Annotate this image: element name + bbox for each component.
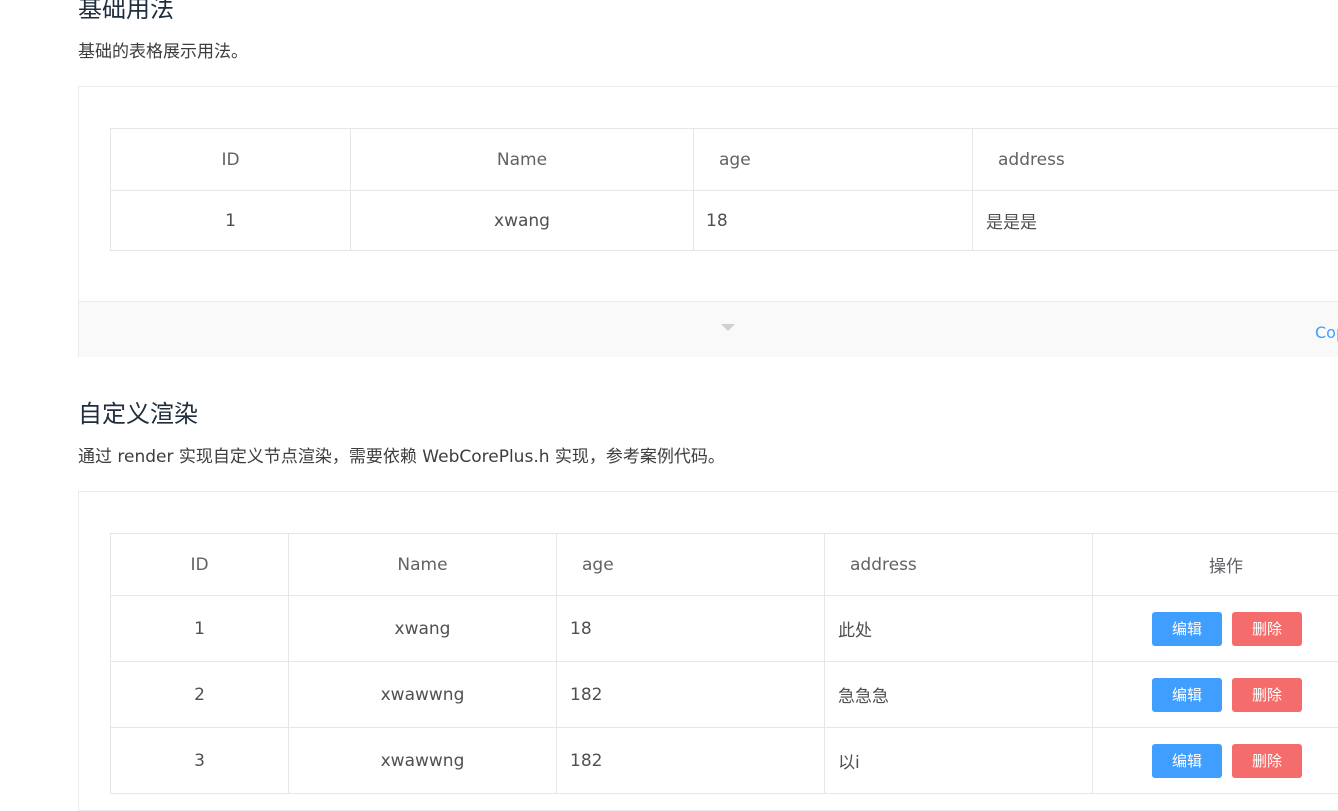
section-title-basic: 基础用法 <box>78 0 174 21</box>
caret-down-icon[interactable] <box>721 324 735 331</box>
section-title-custom-render: 自定义渲染 <box>78 402 198 426</box>
cell-actions: 编辑删除 <box>1093 728 1338 794</box>
table-row: 1 xwang 18 此处 编辑删除 <box>111 596 1338 662</box>
header-address: address <box>973 129 1338 191</box>
copy-link[interactable]: Cop <box>1315 323 1338 342</box>
table-header-row: ID Name age address <box>111 129 1338 191</box>
header-age: age <box>694 129 973 191</box>
cell-name: xwawwng <box>289 728 557 794</box>
cell-address: 是是是 <box>973 191 1338 251</box>
demo-block-custom-render: ID Name age address 操作 1 xwang 18 此处 编辑删… <box>78 491 1338 811</box>
cell-address: 此处 <box>825 596 1093 662</box>
cell-name: xwang <box>351 191 694 251</box>
cell-age: 182 <box>557 662 825 728</box>
table-row: 2 xwawwng 182 急急急 编辑删除 <box>111 662 1338 728</box>
demo-block-basic: ID Name age address 1 xwang 18 是是是 Cop <box>78 86 1338 357</box>
cell-id: 3 <box>111 728 289 794</box>
section-desc-custom-render: 通过 render 实现自定义节点渲染，需要依赖 WebCorePlus.h 实… <box>78 449 725 466</box>
cell-age: 18 <box>694 191 973 251</box>
cell-name: xwawwng <box>289 662 557 728</box>
cell-id: 2 <box>111 662 289 728</box>
cell-actions: 编辑删除 <box>1093 662 1338 728</box>
table-row: 3 xwawwng 182 以i 编辑删除 <box>111 728 1338 794</box>
header-actions: 操作 <box>1093 534 1338 596</box>
basic-table: ID Name age address 1 xwang 18 是是是 <box>110 128 1338 251</box>
cell-address: 急急急 <box>825 662 1093 728</box>
section-desc-basic: 基础的表格展示用法。 <box>78 44 248 61</box>
code-toggle-bar[interactable]: Cop <box>79 301 1338 357</box>
table-row: 1 xwang 18 是是是 <box>111 191 1338 251</box>
header-id: ID <box>111 129 351 191</box>
header-name: Name <box>351 129 694 191</box>
custom-render-table: ID Name age address 操作 1 xwang 18 此处 编辑删… <box>110 533 1338 794</box>
header-id: ID <box>111 534 289 596</box>
cell-age: 182 <box>557 728 825 794</box>
header-name: Name <box>289 534 557 596</box>
cell-name: xwang <box>289 596 557 662</box>
edit-button[interactable]: 编辑 <box>1152 612 1222 646</box>
header-address: address <box>825 534 1093 596</box>
header-age: age <box>557 534 825 596</box>
cell-id: 1 <box>111 596 289 662</box>
edit-button[interactable]: 编辑 <box>1152 744 1222 778</box>
cell-id: 1 <box>111 191 351 251</box>
cell-actions: 编辑删除 <box>1093 596 1338 662</box>
delete-button[interactable]: 删除 <box>1232 612 1302 646</box>
delete-button[interactable]: 删除 <box>1232 678 1302 712</box>
table-header-row: ID Name age address 操作 <box>111 534 1338 596</box>
delete-button[interactable]: 删除 <box>1232 744 1302 778</box>
cell-age: 18 <box>557 596 825 662</box>
cell-address: 以i <box>825 728 1093 794</box>
edit-button[interactable]: 编辑 <box>1152 678 1222 712</box>
